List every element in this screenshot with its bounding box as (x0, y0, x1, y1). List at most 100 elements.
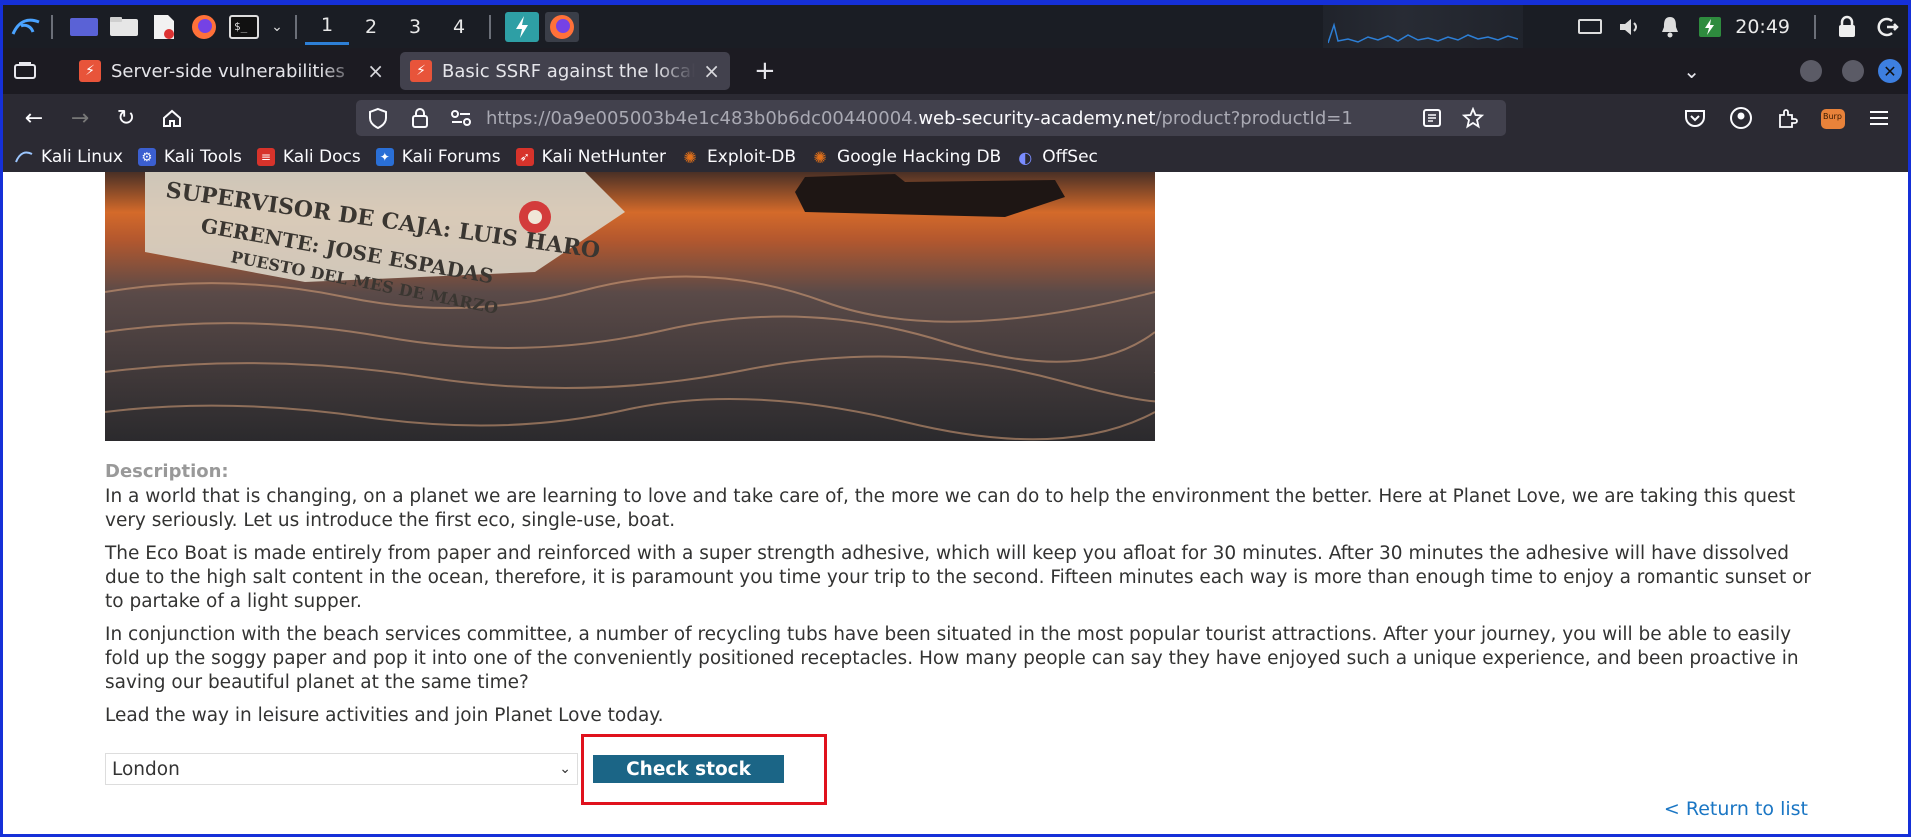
description-paragraph: Lead the way in leisure activities and j… (105, 705, 664, 726)
bookmark-label: Exploit-DB (707, 147, 797, 167)
terminal-icon[interactable]: $_ (227, 12, 261, 42)
bookmark-kali-docs[interactable]: ≡ Kali Docs (256, 147, 361, 167)
web-security-academy-favicon-icon: ⚡ (79, 60, 101, 82)
bookmark-star-icon[interactable] (1462, 107, 1484, 129)
desktop-icon[interactable] (67, 12, 101, 42)
workspace-2[interactable]: 2 (349, 9, 393, 45)
product-description: Description: In a world that is changing… (105, 461, 1825, 737)
volume-icon[interactable] (1613, 12, 1647, 42)
bookmark-exploit-db[interactable]: ✺ Exploit-DB (681, 147, 796, 167)
bookmark-kali-nethunter[interactable]: ➶ Kali NetHunter (515, 147, 667, 167)
tab-basic-ssrf[interactable]: ⚡ Basic SSRF against the local server × (400, 52, 730, 90)
description-paragraph: In a world that is changing, on a planet… (105, 486, 1796, 531)
store-select-value: London (112, 758, 180, 780)
battery-charging-icon[interactable] (1693, 12, 1727, 42)
logout-icon[interactable] (1870, 12, 1904, 42)
bookmark-kali-tools[interactable]: ⚙ Kali Tools (137, 147, 242, 167)
ghdb-icon: ✺ (813, 147, 827, 167)
bookmarks-toolbar: Kali Linux ⚙ Kali Tools ≡ Kali Docs ✦ Ka… (3, 142, 1908, 172)
workspace-1[interactable]: 1 (305, 9, 349, 45)
tab-list-icon[interactable] (3, 51, 47, 91)
kali-icon (15, 148, 33, 166)
taskbar-separator (295, 14, 297, 39)
kali-docs-icon: ≡ (256, 148, 275, 166)
file-manager-icon[interactable] (107, 12, 141, 42)
web-security-academy-favicon-icon: ⚡ (410, 60, 432, 82)
list-all-tabs-chevron-icon[interactable]: ⌄ (1683, 59, 1700, 83)
account-icon[interactable] (1718, 98, 1764, 138)
chevron-down-icon: ⌄ (559, 761, 571, 777)
taskbar-separator (1814, 14, 1816, 39)
minimize-window-icon[interactable] (1800, 60, 1822, 82)
pocket-icon[interactable] (1672, 98, 1718, 138)
bookmark-label: Google Hacking DB (837, 147, 1002, 167)
bookmark-label: Kali Docs (282, 147, 361, 167)
lock-icon[interactable] (410, 107, 430, 129)
bookmark-label: Kali Forums (401, 147, 501, 167)
kali-tools-icon: ⚙ (137, 148, 156, 166)
extensions-icon[interactable] (1764, 98, 1810, 138)
reader-view-icon[interactable] (1422, 108, 1442, 128)
toolbar-right: Burp (1672, 94, 1908, 142)
display-icon[interactable] (1573, 12, 1607, 42)
chevron-down-icon[interactable]: ⌄ (267, 12, 287, 42)
back-arrow-icon[interactable]: ← (11, 98, 57, 138)
return-to-list-link[interactable]: < Return to list (1664, 798, 1808, 820)
kali-menu-icon[interactable] (9, 12, 43, 42)
firefox-window-icon[interactable] (545, 11, 579, 42)
tab-close-icon[interactable]: × (703, 59, 720, 83)
bookmark-label: Kali NetHunter (541, 147, 667, 167)
bookmark-offsec[interactable]: ◐ OffSec (1016, 147, 1098, 167)
product-image: SUPERVISOR DE CAJA: LUIS HARO GERENTE: J… (105, 172, 1155, 441)
taskbar-separator (489, 14, 491, 39)
browser-navigation-bar: ← → ↻ https://0a9e005003b4e1c483b0b6dc00… (3, 94, 1908, 142)
notification-bell-icon[interactable] (1653, 12, 1687, 42)
description-paragraph: The Eco Boat is made entirely from paper… (105, 543, 1812, 612)
taskbar-separator (51, 14, 53, 39)
bookmark-label: OffSec (1042, 147, 1098, 167)
text-editor-icon[interactable] (147, 12, 181, 42)
tab-server-side-vulnerabilities[interactable]: ⚡ Server-side vulnerabilities × (69, 52, 394, 90)
browser-tab-bar: ⚡ Server-side vulnerabilities × ⚡ Basic … (3, 48, 1908, 94)
bookmark-kali-linux[interactable]: Kali Linux (15, 147, 123, 167)
home-icon[interactable] (149, 98, 195, 138)
burp-suite-taskbar-icon[interactable] (505, 11, 539, 42)
clock[interactable]: 20:49 (1735, 16, 1790, 38)
tab-title: Basic SSRF against the local server (442, 60, 696, 82)
exploitdb-icon: ✺ (683, 147, 697, 167)
tab-title: Server-side vulnerabilities (111, 60, 345, 82)
bookmark-label: Kali Tools (163, 147, 242, 167)
cpu-graph-icon (1328, 22, 1518, 44)
screen-frame: $_ ⌄ 1 2 3 4 20:49 ⚡ Server-side vulnera… (0, 0, 1911, 837)
site-permissions-icon[interactable] (450, 109, 472, 127)
bookmark-kali-forums[interactable]: ✦ Kali Forums (375, 147, 501, 167)
new-tab-button[interactable]: + (744, 52, 786, 90)
burp-extension-icon[interactable]: Burp (1810, 98, 1856, 138)
nethunter-icon: ➶ (515, 148, 534, 166)
store-select[interactable]: London ⌄ (105, 753, 578, 785)
kali-forums-icon: ✦ (375, 148, 394, 166)
url-host: web-security-academy.net (918, 107, 1156, 129)
hamburger-menu-icon[interactable] (1856, 98, 1902, 138)
bookmark-label: Kali Linux (41, 147, 123, 167)
taskbar: $_ ⌄ 1 2 3 4 20:49 (3, 5, 1908, 48)
svg-text:Burp: Burp (1823, 112, 1842, 121)
svg-text:$_: $_ (234, 20, 248, 33)
maximize-window-icon[interactable] (1842, 60, 1864, 82)
description-paragraph: In conjunction with the beach services c… (105, 624, 1799, 693)
url-text[interactable]: https://0a9e005003b4e1c483b0b6dc00440004… (486, 108, 1416, 129)
url-bar[interactable]: https://0a9e005003b4e1c483b0b6dc00440004… (356, 100, 1506, 136)
workspace-4[interactable]: 4 (437, 9, 481, 45)
forward-arrow-icon[interactable]: → (57, 98, 103, 138)
tab-close-icon[interactable]: × (367, 59, 384, 83)
lock-screen-icon[interactable] (1830, 12, 1864, 42)
annotation-highlight-box (581, 734, 827, 805)
tracking-protection-shield-icon[interactable] (368, 107, 388, 129)
url-path: /product?productId=1 (1155, 107, 1353, 129)
close-window-icon[interactable]: ✕ (1878, 59, 1902, 83)
firefox-icon[interactable] (187, 12, 221, 42)
reload-icon[interactable]: ↻ (103, 98, 149, 138)
bookmark-google-hacking-db[interactable]: ✺ Google Hacking DB (811, 147, 1001, 167)
workspace-3[interactable]: 3 (393, 9, 437, 45)
window-controls: ⌄ ✕ (1683, 48, 1908, 94)
